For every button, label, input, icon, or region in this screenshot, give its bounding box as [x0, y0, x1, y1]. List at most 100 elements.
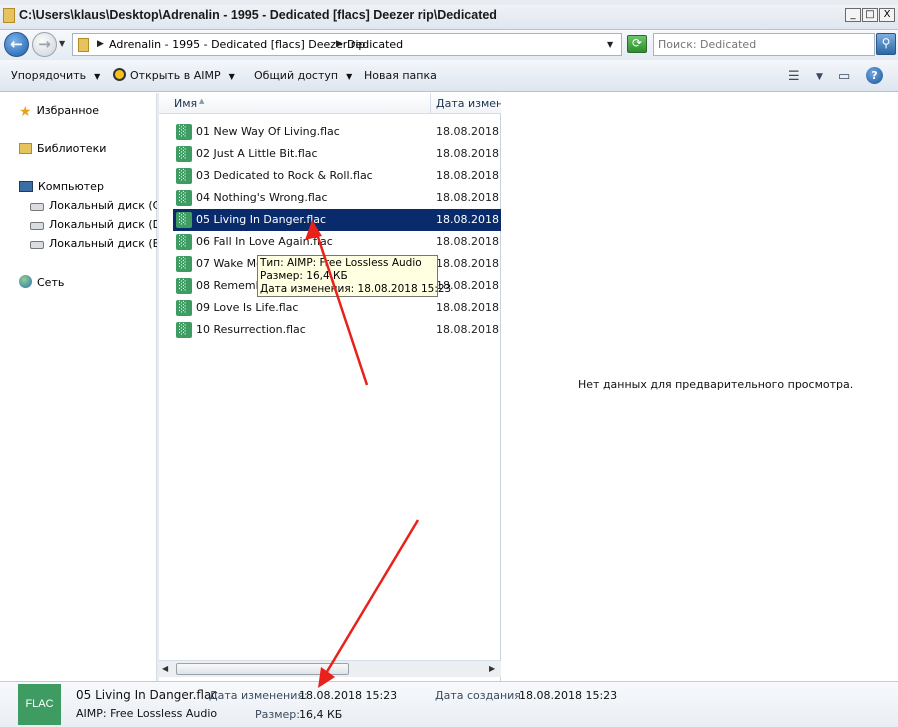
flac-file-icon: [176, 234, 192, 250]
back-button[interactable]: ←: [4, 32, 29, 57]
file-date: 18.08.2018 15:23: [436, 213, 501, 226]
open-in-aimp-label: Открыть в AIMP: [130, 69, 221, 82]
flac-file-icon: [176, 190, 192, 206]
file-row[interactable]: 04 Nothing's Wrong.flac 18.08.2018 15:23: [173, 187, 501, 209]
address-bar: ← → ▼ ▶ Adrenalin - 1995 - Dedicated [fl…: [0, 30, 898, 60]
search-input[interactable]: [654, 34, 854, 54]
column-divider[interactable]: [430, 93, 431, 114]
flac-file-icon: [176, 322, 192, 338]
file-name: 10 Resurrection.flac: [196, 323, 306, 336]
nav-item-drive-e[interactable]: Локальный диск (E:): [30, 237, 168, 250]
file-date: 18.08.2018 15:23: [436, 147, 501, 160]
organize-button[interactable]: Упорядочить ▼: [11, 69, 100, 82]
nav-item-libraries[interactable]: Библиотеки: [19, 142, 106, 155]
refresh-button[interactable]: ⟳: [627, 35, 647, 53]
chevron-right-icon[interactable]: ▶: [336, 39, 343, 49]
computer-icon: [19, 181, 33, 192]
flac-file-icon: [176, 300, 192, 316]
drive-icon: [30, 222, 44, 230]
share-button[interactable]: Общий доступ ▼: [254, 69, 352, 82]
file-row[interactable]: 06 Fall In Love Again.flac 18.08.2018 15:…: [173, 231, 501, 253]
nav-item-label: Локальный диск (E:): [49, 237, 168, 250]
nav-item-label: Компьютер: [38, 180, 104, 193]
breadcrumb-item[interactable]: Dedicated: [347, 38, 403, 51]
file-name: 09 Love Is Life.flac: [196, 301, 299, 314]
scroll-right-icon[interactable]: ▶: [489, 664, 495, 673]
flac-file-icon: [176, 256, 192, 272]
view-options-icon[interactable]: ☰: [788, 69, 800, 84]
file-row-selected[interactable]: 05 Living In Danger.flac 18.08.2018 15:23: [173, 209, 501, 231]
nav-item-network[interactable]: Сеть: [19, 275, 64, 289]
file-date: 18.08.2018 15:23: [436, 323, 501, 336]
file-name: 05 Living In Danger.flac: [196, 213, 327, 226]
details-modified-value[interactable]: 18.08.2018 15:23: [299, 689, 397, 702]
organize-label: Упорядочить: [11, 69, 87, 82]
title-bar: C:\Users\klaus\Desktop\Adrenalin - 1995 …: [0, 0, 898, 30]
chevron-right-icon[interactable]: ▶: [97, 39, 104, 49]
folder-icon: [78, 38, 89, 52]
details-size-label: Размер:: [255, 708, 300, 721]
nav-item-label: Избранное: [36, 104, 100, 117]
details-type: AIMP: Free Lossless Audio: [76, 707, 218, 720]
preview-pane-icon[interactable]: ▭: [838, 69, 850, 84]
minimize-button[interactable]: _: [845, 8, 861, 22]
scroll-left-icon[interactable]: ◀: [162, 664, 168, 673]
chevron-down-icon[interactable]: ▼: [607, 40, 613, 49]
maximize-button[interactable]: □: [862, 8, 878, 22]
flac-file-icon: [176, 146, 192, 162]
nav-item-computer[interactable]: Компьютер: [19, 180, 104, 193]
horizontal-scrollbar[interactable]: ◀ ▶: [159, 660, 501, 677]
file-row[interactable]: 09 Love Is Life.flac 18.08.2018 15:23: [173, 297, 501, 319]
tooltip-modified: Дата изменения: 18.08.2018 15:23: [260, 283, 452, 295]
details-filename: 05 Living In Danger.flac: [76, 688, 218, 702]
star-icon: ★: [19, 104, 32, 120]
nav-item-favorites[interactable]: ★ Избранное: [19, 104, 100, 120]
file-date: 18.08.2018 15:23: [436, 301, 501, 314]
details-pane: FLAC 05 Living In Danger.flac AIMP: Free…: [0, 681, 898, 727]
chevron-down-icon[interactable]: ▼: [816, 72, 823, 82]
drive-icon: [30, 241, 44, 249]
column-date-modified[interactable]: Дата изменения: [436, 97, 501, 110]
file-date: 18.08.2018 15:23: [436, 169, 501, 182]
file-date: 18.08.2018 15:23: [436, 257, 501, 270]
file-row[interactable]: 03 Dedicated to Rock & Roll.flac 18.08.20…: [173, 165, 501, 187]
flac-file-icon: [176, 168, 192, 184]
close-button[interactable]: X: [879, 8, 895, 22]
search-field[interactable]: [653, 33, 875, 56]
new-folder-button[interactable]: Новая папка: [364, 69, 437, 82]
preview-pane: Нет данных для предварительного просмотр…: [502, 93, 898, 681]
flac-file-icon: [176, 124, 192, 140]
file-date: 18.08.2018 15:23: [436, 125, 501, 138]
chevron-down-icon: ▼: [228, 72, 235, 81]
breadcrumb-item[interactable]: Adrenalin - 1995 - Dedicated [flacs] Dee…: [109, 38, 365, 51]
window-title: C:\Users\klaus\Desktop\Adrenalin - 1995 …: [19, 8, 497, 22]
details-modified-label: Дата изменения:: [209, 689, 308, 702]
column-name[interactable]: Имя: [174, 97, 197, 110]
file-row[interactable]: 02 Just A Little Bit.flac 18.08.2018 15:2…: [173, 143, 501, 165]
breadcrumb[interactable]: ▶ Adrenalin - 1995 - Dedicated [flacs] D…: [72, 33, 622, 56]
help-icon[interactable]: ?: [866, 67, 883, 84]
network-icon: [19, 275, 32, 288]
file-name: 01 New Way Of Living.flac: [196, 125, 340, 138]
background-window-strip: [0, 0, 898, 5]
forward-button[interactable]: →: [32, 32, 57, 57]
sort-ascending-icon: ▲: [199, 97, 205, 105]
tooltip-size: Размер: 16,4 КБ: [260, 270, 348, 282]
search-icon[interactable]: ⚲: [876, 33, 896, 55]
navigation-pane: ★ Избранное Библиотеки Компьютер Локальны…: [0, 93, 169, 681]
details-created-label: Дата создания:: [435, 689, 525, 702]
nav-item-label: Локальный диск (C:): [49, 199, 169, 212]
chevron-down-icon: ▼: [346, 72, 353, 81]
flac-file-icon: [176, 212, 192, 228]
nav-item-drive-c[interactable]: Локальный диск (C:): [30, 199, 168, 212]
file-row[interactable]: 10 Resurrection.flac 18.08.2018 15:23: [173, 319, 501, 341]
details-created-value[interactable]: 18.08.2018 15:23: [519, 689, 617, 702]
open-in-aimp-button[interactable]: Открыть в AIMP ▼: [113, 68, 235, 82]
nav-item-drive-d[interactable]: Локальный диск (D:): [30, 218, 169, 231]
tooltip-type: Тип: AIMP: Free Lossless Audio: [260, 257, 422, 269]
file-row[interactable]: 01 New Way Of Living.flac 18.08.2018 15:2…: [173, 121, 501, 143]
file-name: 03 Dedicated to Rock & Roll.flac: [196, 169, 373, 182]
history-dropdown-icon[interactable]: ▼: [59, 39, 65, 48]
scrollbar-thumb[interactable]: [176, 663, 349, 675]
folder-icon: [3, 8, 15, 23]
